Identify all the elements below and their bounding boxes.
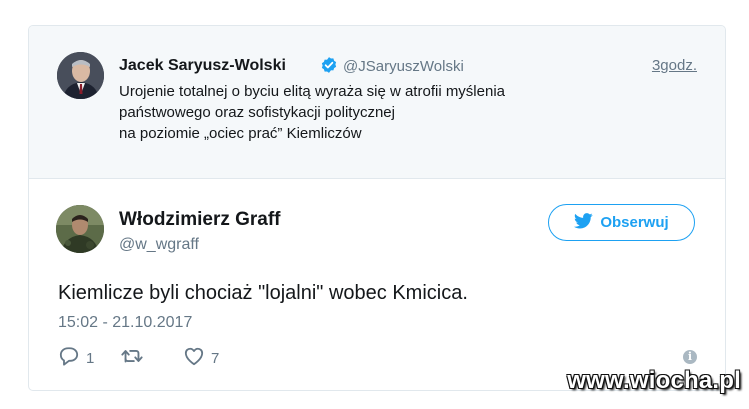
main-tweet-timestamp[interactable]: 15:02 - 21.10.2017 [58,314,192,332]
like-icon [183,346,205,370]
quoted-text-line: na poziomie „ociec prać” Kiemliczów [119,125,362,142]
quoted-author-handle[interactable]: @JSaryuszWolski [343,58,464,75]
avatar-wlodzimierz[interactable] [56,205,104,253]
quoted-author-name[interactable]: Jacek Saryusz-Wolski [119,57,286,75]
follow-button-label: Obserwuj [600,214,669,231]
like-action[interactable]: 7 [183,346,219,370]
tweet-embed-card: Jacek Saryusz-Wolski @JSaryuszWolski 3go… [28,25,726,391]
quoted-tweet[interactable]: Jacek Saryusz-Wolski @JSaryuszWolski 3go… [29,26,725,179]
quoted-text-line: państwowego oraz sofistykacji polityczne… [119,104,395,121]
quoted-tweet-time[interactable]: 3godz. [652,57,697,74]
twitter-bird-icon [574,212,593,233]
info-icon[interactable]: i [683,350,697,364]
retweet-action[interactable] [120,346,150,370]
verified-badge-icon [320,56,338,79]
like-count: 7 [211,349,220,367]
main-author-handle[interactable]: @w_wgraff [119,236,199,254]
main-tweet-text: Kiemlicze byli chociaż "lojalni" wobec K… [58,282,468,304]
quoted-text-line: Urojenie totalnej o byciu elitą wyraża s… [119,83,506,100]
retweet-icon [120,346,144,370]
reply-icon [58,346,80,370]
main-author-name[interactable]: Włodzimierz Graff [119,209,281,231]
avatar-jacek[interactable] [57,52,104,99]
quoted-tweet-text: Urojenie totalnej o byciu elitą wyraża s… [119,81,599,144]
reply-count: 1 [86,349,95,367]
follow-button[interactable]: Obserwuj [548,204,695,241]
reply-action[interactable]: 1 [58,346,94,370]
watermark-wiocha: www.wiocha.pl [567,367,741,394]
